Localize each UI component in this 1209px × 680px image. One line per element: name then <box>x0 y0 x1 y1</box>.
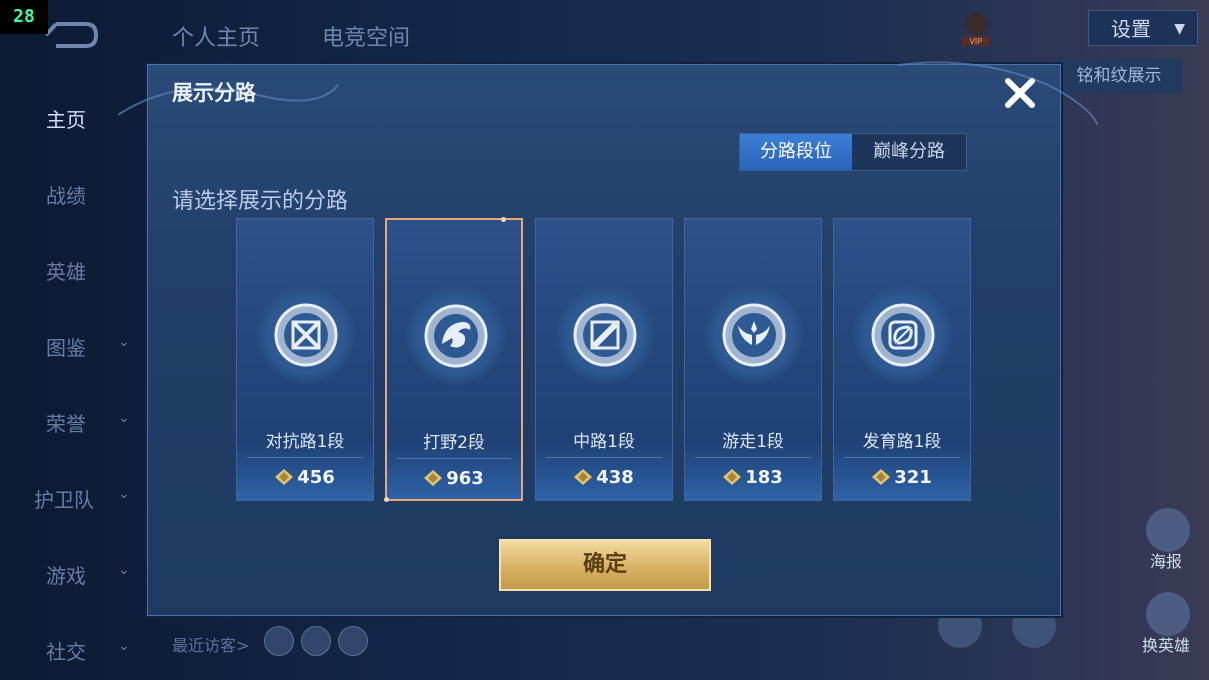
rank-label: 对抗路1段 <box>265 432 345 452</box>
settings-button[interactable]: 设置 ▼ <box>1088 10 1198 46</box>
chevron-down-icon: ⌄ <box>118 410 130 426</box>
chevron-down-icon: ⌄ <box>118 562 130 578</box>
sidebar-item-home[interactable]: 主页 <box>0 96 150 136</box>
rank-label: 打野2段 <box>423 433 485 453</box>
sidebar-item-codex[interactable]: 图鉴 ⌄ <box>0 324 150 364</box>
lane-card-jungle[interactable]: 打野2段 963 <box>384 217 523 502</box>
card-divider <box>695 457 811 458</box>
fps-counter: 28 <box>0 0 48 34</box>
points-icon <box>275 469 294 485</box>
card-divider <box>546 457 662 458</box>
back-arrow-icon[interactable] <box>42 18 100 52</box>
corner-dot <box>501 217 506 222</box>
chevron-down-icon: ⌄ <box>118 334 130 350</box>
points-icon <box>723 469 742 485</box>
bow-emblem-icon <box>871 303 935 367</box>
tab-esports[interactable]: 电竞空间 <box>322 20 410 52</box>
svg-text:VIP: VIP <box>970 37 983 46</box>
rank-label: 发育路1段 <box>862 432 942 452</box>
poster-icon[interactable] <box>1146 508 1190 552</box>
recent-visitors-link[interactable]: 最近访客> <box>172 632 249 656</box>
card-divider <box>247 457 363 458</box>
peak-points: 321 <box>834 467 970 488</box>
points-icon <box>424 470 443 486</box>
change-hero-icon[interactable] <box>1146 592 1190 636</box>
tab-profile[interactable]: 个人主页 <box>172 20 260 52</box>
rank-label: 中路1段 <box>573 432 635 452</box>
peak-points: 438 <box>536 467 672 488</box>
peak-points: 963 <box>387 468 521 489</box>
lane-card-clash[interactable]: 对抗路1段 456 <box>236 218 374 501</box>
peak-points: 456 <box>237 467 373 488</box>
visitor-avatar[interactable] <box>338 626 368 656</box>
sidebar-item-records[interactable]: 战绩 <box>0 172 150 212</box>
rank-label: 游走1段 <box>722 432 784 452</box>
chevron-down-icon: ▼ <box>1174 21 1185 37</box>
points-icon <box>574 469 593 485</box>
dialog-title: 展示分路 <box>172 81 256 105</box>
segment-lane-rank[interactable]: 分路段位 <box>740 134 852 170</box>
sidebar-item-heroes[interactable]: 英雄 <box>0 248 150 288</box>
staff-emblem-icon <box>573 303 637 367</box>
card-divider <box>397 458 511 459</box>
confirm-button[interactable]: 确定 <box>499 539 711 591</box>
segment-peak-lane[interactable]: 巅峰分路 <box>853 134 965 170</box>
lane-type-segmented-control: 分路段位 巅峰分路 <box>739 133 967 171</box>
corner-dot <box>384 497 389 502</box>
chevron-down-icon: ⌄ <box>118 486 130 502</box>
sidebar-item-games[interactable]: 游戏 ⌄ <box>0 552 150 592</box>
change-hero-label[interactable]: 换英雄 <box>1142 632 1190 656</box>
lane-card-farm[interactable]: 发育路1段 321 <box>833 218 971 501</box>
decorative-swirl-icon <box>118 61 1098 126</box>
crossed-swords-emblem-icon <box>274 303 338 367</box>
lane-display-dialog: 展示分路 分路段位 巅峰分路 请选择展示的分路 对抗路1段 456 打野2段 9… <box>118 61 1098 616</box>
chevron-down-icon: ⌄ <box>118 638 130 654</box>
selection-prompt: 请选择展示的分路 <box>172 189 349 214</box>
lane-card-roam[interactable]: 游走1段 183 <box>684 218 822 501</box>
sidebar-item-honors[interactable]: 荣誉 ⌄ <box>0 400 150 440</box>
peak-points: 183 <box>685 467 821 488</box>
points-icon <box>872 469 891 485</box>
visitor-avatar[interactable] <box>301 626 331 656</box>
close-icon[interactable] <box>1000 73 1040 113</box>
vip-icon[interactable]: VIP <box>960 10 992 50</box>
sidebar-item-social[interactable]: 社交 ⌄ <box>0 628 150 668</box>
poster-label[interactable]: 海报 <box>1150 548 1182 572</box>
visitor-avatar[interactable] <box>264 626 294 656</box>
dragon-emblem-icon <box>424 304 488 368</box>
sidebar-item-guard-team[interactable]: 护卫队 ⌄ <box>0 476 150 516</box>
card-divider <box>844 457 960 458</box>
lane-card-mid[interactable]: 中路1段 438 <box>535 218 673 501</box>
wings-emblem-icon <box>722 303 786 367</box>
background-display-tag[interactable]: 铭和纹展示 <box>1056 58 1182 94</box>
